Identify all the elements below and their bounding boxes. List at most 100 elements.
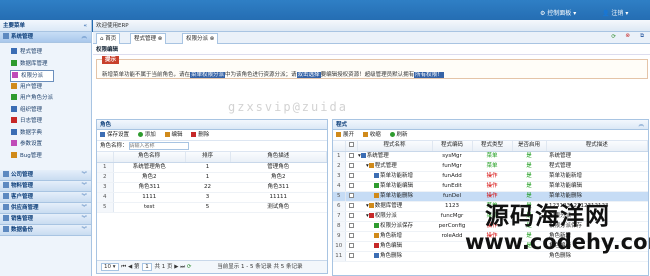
table-row[interactable]: 2 ▾ 程式管理 funMgr 菜单是程式管理: [333, 161, 648, 172]
checkbox-cell[interactable]: [345, 191, 357, 202]
sidebar-group[interactable]: 供应商管理 ︾: [0, 203, 91, 214]
programs-column-header[interactable]: [345, 141, 358, 152]
sidebar-group[interactable]: 客户管理 ︾: [0, 192, 91, 203]
roles-column-header[interactable]: 排序: [185, 152, 231, 163]
table-row[interactable]: 5 test 5 测试角色: [97, 202, 327, 213]
table-row[interactable]: 4 菜单功能编辑 funEdit 操作是菜单功能编辑: [333, 181, 648, 192]
logout-link[interactable]: 👤 注销 ▾: [602, 8, 628, 17]
menu-item-icon: [11, 94, 17, 100]
sidebar-group[interactable]: 公司管理 ︾: [0, 170, 91, 181]
checkbox-cell[interactable]: [345, 231, 357, 242]
edit-role-button[interactable]: 编辑: [164, 132, 183, 138]
roles-column-header[interactable]: 角色描述: [230, 152, 327, 163]
tab-program-mgmt[interactable]: 程式管理 ⊗: [130, 33, 167, 44]
expand-icon: [336, 132, 341, 137]
programs-column-header[interactable]: 程式编码: [432, 141, 473, 152]
chevron-down-icon[interactable]: ︾: [81, 192, 87, 203]
checkbox-cell[interactable]: [345, 241, 357, 252]
sidebar-group[interactable]: 销售管理 ︾: [0, 214, 91, 225]
chevron-up-icon[interactable]: ︽: [81, 32, 87, 43]
panel-collapse-icon[interactable]: ︽: [638, 120, 644, 128]
row-checkbox[interactable]: [348, 182, 354, 188]
close-all-icon[interactable]: ⊗: [625, 33, 630, 39]
collapse-button[interactable]: 收缩: [362, 132, 381, 138]
select-all-checkbox[interactable]: [348, 142, 354, 148]
sidebar-item[interactable]: Bug管理: [0, 151, 91, 163]
tab-permission[interactable]: 权限分派 ⊗: [182, 33, 219, 44]
tab-close-icon[interactable]: ⊗: [210, 36, 215, 42]
refresh-tab-icon[interactable]: ⟳: [611, 34, 616, 40]
chevron-down-icon[interactable]: ︾: [81, 170, 87, 181]
chevron-down-icon[interactable]: ︾: [81, 214, 87, 225]
add-role-button[interactable]: 添加: [137, 132, 156, 138]
checkbox-cell[interactable]: [345, 211, 357, 222]
table-row[interactable]: 1 ▾ 系统管理 sysMgr 菜单是系统管理: [333, 151, 648, 162]
collapse-icon[interactable]: «: [83, 20, 87, 32]
first-page-icon[interactable]: ⏮: [121, 264, 126, 270]
roles-column-header[interactable]: [97, 152, 114, 163]
programs-column-header[interactable]: 程式类型: [472, 141, 513, 152]
checkbox-cell[interactable]: [345, 151, 357, 162]
row-checkbox[interactable]: [348, 152, 354, 158]
row-checkbox[interactable]: [348, 222, 354, 228]
sidebar-item[interactable]: 日志管理: [0, 116, 91, 128]
sidebar-group[interactable]: 数据备份 ︾: [0, 225, 91, 236]
row-checkbox[interactable]: [348, 242, 354, 248]
sidebar-item[interactable]: 组织管理: [0, 105, 91, 117]
table-row[interactable]: 1 系统管理角色 1 管理角色: [97, 162, 327, 173]
role-search-input[interactable]: [128, 142, 189, 150]
sidebar-item[interactable]: 用户角色分派: [0, 93, 91, 105]
row-checkbox[interactable]: [348, 202, 354, 208]
chevron-down-icon[interactable]: ︾: [81, 203, 87, 214]
delete-role-button[interactable]: 删除: [191, 132, 209, 138]
row-checkbox[interactable]: [348, 172, 354, 178]
logout-label: 注销: [611, 10, 624, 17]
tab-close-icon[interactable]: ⊗: [158, 36, 163, 42]
roles-column-header[interactable]: 角色名称: [113, 152, 186, 163]
tab-home[interactable]: ⌂ 首页: [96, 33, 121, 44]
sidebar-group[interactable]: 物料管理 ︾: [0, 181, 91, 192]
control-panel-link[interactable]: ⚙ 控制面板 ▾: [540, 8, 576, 17]
programs-column-header[interactable]: [333, 141, 346, 152]
brand-watermark: 源码海洋网: [485, 202, 610, 230]
page-number-input[interactable]: 1: [142, 262, 152, 271]
next-page-icon[interactable]: ▶: [174, 264, 178, 270]
chevron-down-icon[interactable]: ︾: [81, 181, 87, 192]
sidebar-item[interactable]: 程式管理: [0, 47, 91, 59]
page-total: 共 1 页: [154, 264, 173, 270]
programs-column-header[interactable]: 程式名称: [357, 141, 433, 152]
sidebar-item[interactable]: 用户管理: [0, 82, 91, 94]
row-checkbox[interactable]: [348, 162, 354, 168]
chevron-down-icon[interactable]: ︾: [81, 225, 87, 236]
sidebar-item[interactable]: 参数设置: [0, 139, 91, 151]
row-checkbox[interactable]: [348, 252, 354, 258]
row-checkbox[interactable]: [348, 192, 354, 198]
sidebar-item[interactable]: 数据字典: [0, 128, 91, 140]
prev-page-icon[interactable]: ◀: [128, 264, 132, 270]
row-checkbox[interactable]: [348, 232, 354, 238]
save-settings-button[interactable]: 保存设置: [100, 132, 129, 138]
checkbox-cell[interactable]: [345, 251, 357, 262]
checkbox-cell[interactable]: [345, 221, 357, 232]
checkbox-cell[interactable]: [345, 201, 357, 212]
sidebar-group-system[interactable]: 系统管理 ︽: [0, 32, 91, 43]
checkbox-cell[interactable]: [345, 181, 357, 192]
programs-column-header[interactable]: 是否启用: [512, 141, 547, 152]
table-row[interactable]: 4 1111 3 11111: [97, 192, 327, 203]
pager-refresh-icon[interactable]: ⟳: [187, 264, 192, 270]
sidebar-item[interactable]: 权限分派: [10, 70, 54, 82]
checkbox-cell[interactable]: [345, 161, 357, 172]
refresh-button[interactable]: 刷新: [389, 132, 408, 138]
programs-column-header[interactable]: 程式描述: [546, 141, 648, 152]
maximize-icon[interactable]: ⧉: [640, 33, 644, 40]
checkbox-cell[interactable]: [345, 171, 357, 182]
expand-button[interactable]: 展开: [336, 132, 354, 138]
last-page-icon[interactable]: ⏭: [180, 264, 185, 270]
sidebar-item[interactable]: 数据库管理: [0, 59, 91, 71]
page-size-select[interactable]: 10 ▾: [101, 262, 119, 271]
table-row[interactable]: 3 角色311 22 角色311: [97, 182, 327, 193]
table-row[interactable]: 3 菜单功能新增 funAdd 操作是菜单功能新增: [333, 171, 648, 182]
menu-item-icon: [12, 72, 18, 78]
table-row[interactable]: 2 角色2 1 角色2: [97, 172, 327, 183]
row-checkbox[interactable]: [348, 212, 354, 218]
